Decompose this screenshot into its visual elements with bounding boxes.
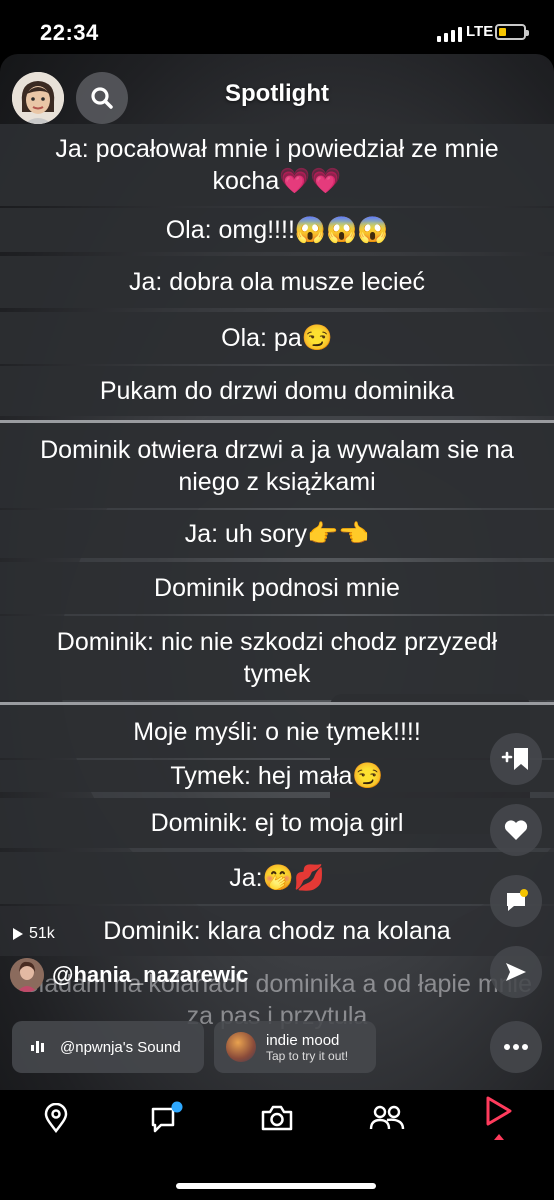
nav-friends[interactable] bbox=[367, 1100, 407, 1136]
sound-label: @npwnja's Sound bbox=[60, 1038, 181, 1056]
page-title: Spotlight bbox=[225, 80, 329, 107]
story-line: Dominik: nic nie szkodzi chodz przyzedł … bbox=[0, 616, 554, 700]
spotlight-icon bbox=[486, 1096, 512, 1140]
sound-wave-icon bbox=[31, 1041, 44, 1053]
creator[interactable]: @hania_nazarewic bbox=[10, 958, 248, 992]
nav-camera[interactable] bbox=[257, 1100, 297, 1136]
bookmark-add-button[interactable] bbox=[490, 733, 542, 785]
lens-thumbnail bbox=[226, 1032, 256, 1062]
story-line: Dominik: klara chodz na kolana bbox=[0, 906, 554, 956]
bookmark-add-icon bbox=[501, 748, 528, 770]
map-icon bbox=[44, 1103, 68, 1133]
story-line: Ja:🤭💋 bbox=[0, 852, 554, 904]
nav-map[interactable] bbox=[36, 1100, 76, 1136]
signal-icon bbox=[437, 27, 462, 42]
story-line: Ola: omg!!!!😱😱😱 bbox=[0, 208, 554, 252]
creator-username[interactable]: @hania_nazarewic bbox=[52, 962, 248, 988]
story-line: Dominik otwiera drzwi a ja wywalam sie n… bbox=[0, 420, 554, 508]
view-count-label: 51k bbox=[29, 925, 55, 942]
sound-button[interactable]: @npwnja's Sound bbox=[12, 1021, 204, 1073]
home-indicator bbox=[176, 1183, 376, 1189]
story-line: Dominik podnosi mnie bbox=[0, 562, 554, 614]
story-line: Ja: uh sory👉👈 bbox=[0, 510, 554, 558]
share-button[interactable] bbox=[490, 946, 542, 998]
chat-icon bbox=[151, 1101, 183, 1133]
heart-icon bbox=[504, 820, 528, 840]
play-icon bbox=[13, 928, 23, 940]
story-line: Tymek: hej mała😏 bbox=[0, 760, 554, 792]
story-line: Ja: pocałował mnie i powiedział ze mnie … bbox=[0, 124, 554, 206]
network-label: LTE bbox=[466, 23, 494, 40]
lens-cta: Tap to try it out! bbox=[266, 1048, 349, 1063]
status-bar: 22:34 LTE bbox=[0, 0, 554, 62]
share-icon bbox=[506, 963, 526, 981]
more-icon bbox=[504, 1044, 528, 1050]
story-line: Moje myśli: o nie tymek!!!! bbox=[0, 702, 554, 758]
lens-button[interactable]: indie mood Tap to try it out! bbox=[214, 1021, 376, 1073]
friends-icon bbox=[369, 1105, 405, 1130]
camera-icon bbox=[261, 1105, 293, 1131]
story-line: Dominik: ej to moja girl bbox=[0, 798, 554, 848]
like-button[interactable] bbox=[490, 804, 542, 856]
view-count: 51k bbox=[12, 925, 55, 943]
story-line: Pukam do drzwi domu dominika bbox=[0, 366, 554, 416]
creator-photo bbox=[10, 958, 44, 992]
story-line: Ja: dobra ola musze lecieć bbox=[0, 256, 554, 308]
creator-avatar[interactable] bbox=[10, 958, 44, 992]
battery-icon bbox=[495, 24, 529, 40]
nav-spotlight[interactable] bbox=[478, 1096, 518, 1140]
clock: 22:34 bbox=[40, 20, 99, 45]
nav-chat[interactable] bbox=[146, 1100, 186, 1136]
more-button[interactable] bbox=[490, 1021, 542, 1073]
comment-button[interactable] bbox=[490, 875, 542, 927]
story-line: Ola: pa😏 bbox=[0, 312, 554, 364]
comment-icon bbox=[507, 889, 528, 911]
lens-name: indie mood bbox=[266, 1031, 340, 1049]
